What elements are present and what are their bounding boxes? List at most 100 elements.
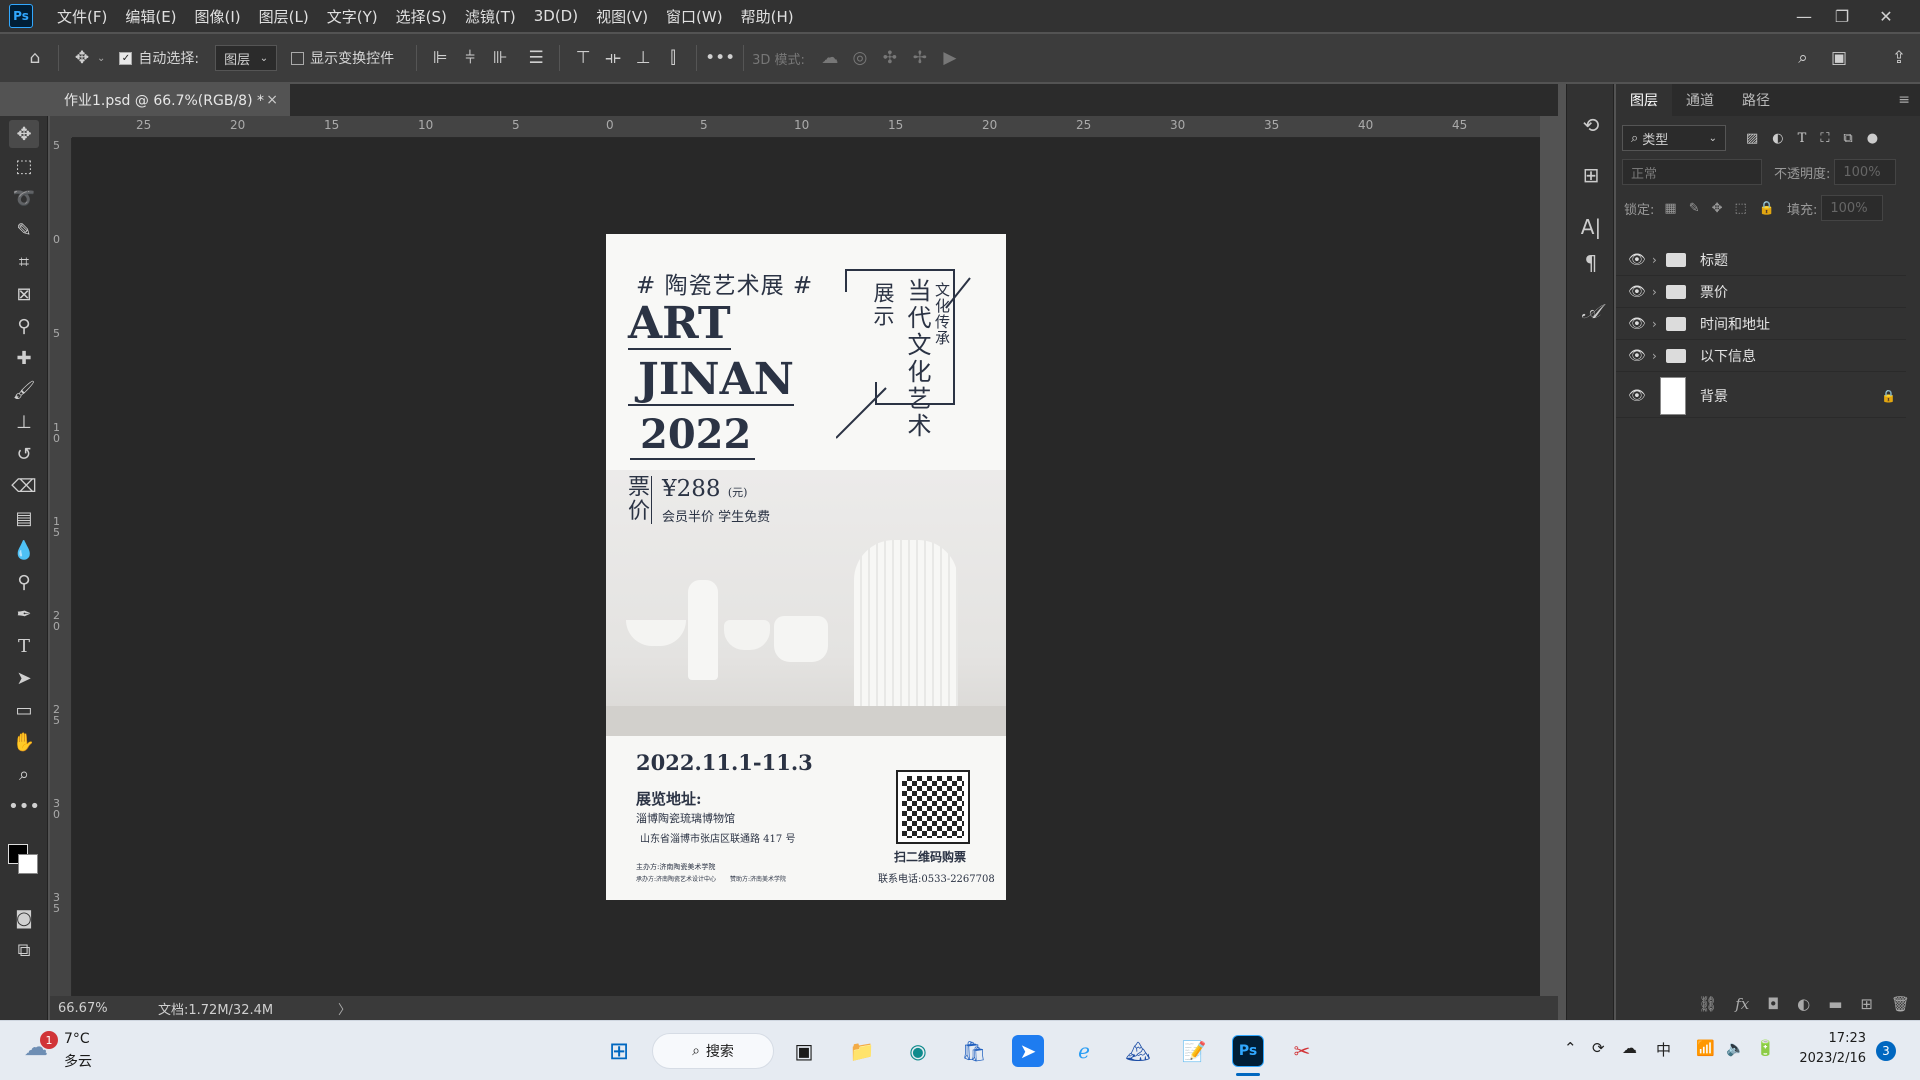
menu-filter[interactable]: 滤镜(T) bbox=[465, 6, 516, 27]
align-right-icon[interactable]: ⊪ bbox=[485, 43, 515, 73]
visibility-eye-icon[interactable]: 👁 bbox=[1628, 348, 1652, 364]
chevron-right-icon[interactable]: › bbox=[1652, 317, 1666, 331]
menu-view[interactable]: 视图(V) bbox=[596, 6, 648, 27]
show-transform-checkbox[interactable] bbox=[291, 51, 305, 65]
zoom-tool-icon[interactable]: ⌕ bbox=[9, 760, 39, 788]
filter-pixel-icon[interactable]: ▨ bbox=[1746, 131, 1758, 146]
taskbar-search-box[interactable]: ⌕ 搜索 bbox=[652, 1033, 774, 1069]
libraries-panel-icon[interactable]: ⊞ bbox=[1576, 160, 1606, 190]
filter-kind-dropdown[interactable]: ⌕ 类型 ⌄ bbox=[1622, 125, 1726, 151]
fx-icon[interactable]: fx bbox=[1735, 995, 1749, 1013]
distribute-vertical-icon[interactable]: ⫿ bbox=[658, 43, 688, 73]
wifi-icon[interactable]: 📶 bbox=[1696, 1039, 1715, 1057]
menu-layer[interactable]: 图层(L) bbox=[259, 6, 309, 27]
quick-select-tool-icon[interactable]: ✎ bbox=[9, 216, 39, 244]
frame-tool-icon[interactable]: ⊠ bbox=[9, 280, 39, 308]
type-tool-icon[interactable]: T bbox=[9, 632, 39, 660]
lock-icon[interactable]: 🔒 bbox=[1881, 389, 1896, 403]
layer-row-background[interactable]: 👁 背景 🔒 bbox=[1616, 374, 1906, 418]
auto-select-checkbox[interactable]: ✓ bbox=[119, 51, 133, 65]
file-explorer-icon[interactable]: 📁 bbox=[846, 1035, 878, 1067]
character-panel-icon[interactable]: A| bbox=[1576, 212, 1606, 242]
new-layer-icon[interactable]: ⊞ bbox=[1860, 995, 1873, 1013]
screen-mode-icon[interactable]: ⧉ bbox=[9, 936, 39, 964]
menu-file[interactable]: 文件(F) bbox=[57, 6, 107, 27]
lock-transparent-icon[interactable]: ▦ bbox=[1664, 201, 1676, 216]
weather-desc[interactable]: 多云 bbox=[64, 1051, 92, 1071]
menu-edit[interactable]: 编辑(E) bbox=[125, 6, 176, 27]
background-color-swatch[interactable] bbox=[18, 854, 38, 874]
chevron-down-icon[interactable]: ⌄ bbox=[97, 53, 105, 64]
layer-row[interactable]: 👁 › 标题 bbox=[1616, 244, 1906, 276]
marquee-tool-icon[interactable]: ⬚ bbox=[9, 152, 39, 180]
tab-paths[interactable]: 路径 bbox=[1728, 84, 1784, 116]
filter-adjustment-icon[interactable]: ◐ bbox=[1772, 131, 1783, 146]
photoshop-logo-icon[interactable]: Ps bbox=[9, 4, 33, 28]
feishu-icon[interactable]: ➤ bbox=[1012, 1035, 1044, 1067]
opacity-field[interactable]: 100% bbox=[1834, 159, 1897, 185]
share-icon[interactable]: ⇪ bbox=[1884, 43, 1914, 73]
ie-browser-icon[interactable]: ℯ bbox=[1068, 1035, 1100, 1067]
move-tool-icon[interactable]: ✥ bbox=[67, 43, 97, 73]
lasso-tool-icon[interactable]: ➰ bbox=[9, 184, 39, 212]
visibility-eye-icon[interactable]: 👁 bbox=[1628, 316, 1652, 332]
align-middle-icon[interactable]: ⟛ bbox=[598, 43, 628, 73]
poster-document[interactable]: # 陶瓷艺术展 # ART JINAN 2022 展示 当代文化艺术 文化传承 … bbox=[606, 234, 1006, 900]
hand-tool-icon[interactable]: ✋ bbox=[9, 728, 39, 756]
minimize-icon[interactable]: — bbox=[1784, 0, 1824, 32]
auto-select-target-dropdown[interactable]: 图层 ⌄ bbox=[215, 45, 278, 71]
align-center-icon[interactable]: ⫩ bbox=[455, 43, 485, 73]
eraser-tool-icon[interactable]: ⌫ bbox=[9, 472, 39, 500]
gradient-tool-icon[interactable]: ▤ bbox=[9, 504, 39, 532]
healing-brush-icon[interactable]: ✚ bbox=[9, 344, 39, 372]
menu-type[interactable]: 文字(Y) bbox=[327, 6, 378, 27]
align-left-icon[interactable]: ⊫ bbox=[425, 43, 455, 73]
quick-mask-icon[interactable]: ◙ bbox=[9, 904, 39, 932]
move-tool-icon[interactable]: ✥ bbox=[9, 120, 39, 148]
layer-row[interactable]: 👁 › 时间和地址 bbox=[1616, 308, 1906, 340]
delete-layer-icon[interactable]: 🗑 bbox=[1891, 995, 1910, 1013]
align-top-icon[interactable]: ⊤ bbox=[568, 43, 598, 73]
menu-3d[interactable]: 3D(D) bbox=[534, 7, 578, 25]
filter-smart-object-icon[interactable]: ⧉ bbox=[1843, 131, 1852, 146]
blend-mode-dropdown[interactable]: 正常 bbox=[1622, 159, 1762, 185]
more-tools-icon[interactable]: ••• bbox=[8, 792, 40, 820]
sync-icon[interactable]: ⟳ bbox=[1592, 1039, 1605, 1057]
store-icon[interactable]: 🛍 bbox=[958, 1035, 990, 1067]
pen-tool-icon[interactable]: ✒ bbox=[9, 600, 39, 628]
zoom-level[interactable]: 66.67% bbox=[58, 1001, 152, 1016]
restore-icon[interactable]: ❐ bbox=[1822, 0, 1862, 32]
lock-position-icon[interactable]: ✥ bbox=[1712, 201, 1723, 216]
new-group-icon[interactable]: ▬ bbox=[1828, 995, 1842, 1013]
notepad-icon[interactable]: 📝 bbox=[1178, 1035, 1210, 1067]
horizontal-ruler[interactable]: 25 20 15 10 5 0 5 10 15 20 25 30 35 40 4… bbox=[72, 116, 1540, 138]
brush-tool-icon[interactable]: 🖌 bbox=[9, 376, 39, 404]
stamp-tool-icon[interactable]: ⊥ bbox=[9, 408, 39, 436]
menu-help[interactable]: 帮助(H) bbox=[741, 6, 794, 27]
document-tab[interactable]: 作业1.psd @ 66.7%(RGB/8) * × bbox=[50, 84, 290, 116]
paragraph-panel-icon[interactable]: ¶ bbox=[1576, 248, 1606, 278]
blur-tool-icon[interactable]: 💧 bbox=[9, 536, 39, 564]
fill-field[interactable]: 100% bbox=[1821, 195, 1884, 221]
tab-channels[interactable]: 通道 bbox=[1672, 84, 1728, 116]
visibility-eye-icon[interactable]: 👁 bbox=[1628, 388, 1652, 404]
rectangle-tool-icon[interactable]: ▭ bbox=[9, 696, 39, 724]
eyedropper-tool-icon[interactable]: ⚲ bbox=[9, 312, 39, 340]
crop-tool-icon[interactable]: ⌗ bbox=[9, 248, 39, 276]
lock-artboard-icon[interactable]: ⬚ bbox=[1735, 201, 1747, 216]
chevron-right-icon[interactable]: › bbox=[1652, 349, 1666, 363]
lock-pixels-icon[interactable]: ✎ bbox=[1689, 201, 1700, 216]
vertical-ruler[interactable]: 5 0 5 1 0 1 5 2 0 2 5 3 0 3 5 bbox=[50, 138, 72, 996]
close-tab-icon[interactable]: × bbox=[266, 92, 278, 108]
layer-row[interactable]: 👁 › 以下信息 bbox=[1616, 340, 1906, 372]
volume-icon[interactable]: 🔈 bbox=[1726, 1039, 1745, 1057]
chevron-right-icon[interactable]: › bbox=[1652, 285, 1666, 299]
menu-image[interactable]: 图像(I) bbox=[195, 6, 241, 27]
filter-toggle-icon[interactable]: ● bbox=[1867, 131, 1878, 146]
visibility-eye-icon[interactable]: 👁 bbox=[1628, 284, 1652, 300]
home-icon[interactable]: ⌂ bbox=[20, 43, 50, 73]
filter-type-icon[interactable]: T bbox=[1798, 131, 1807, 146]
visibility-eye-icon[interactable]: 👁 bbox=[1628, 252, 1652, 268]
align-bottom-icon[interactable]: ⊥ bbox=[628, 43, 658, 73]
more-options-icon[interactable]: ••• bbox=[705, 43, 735, 73]
